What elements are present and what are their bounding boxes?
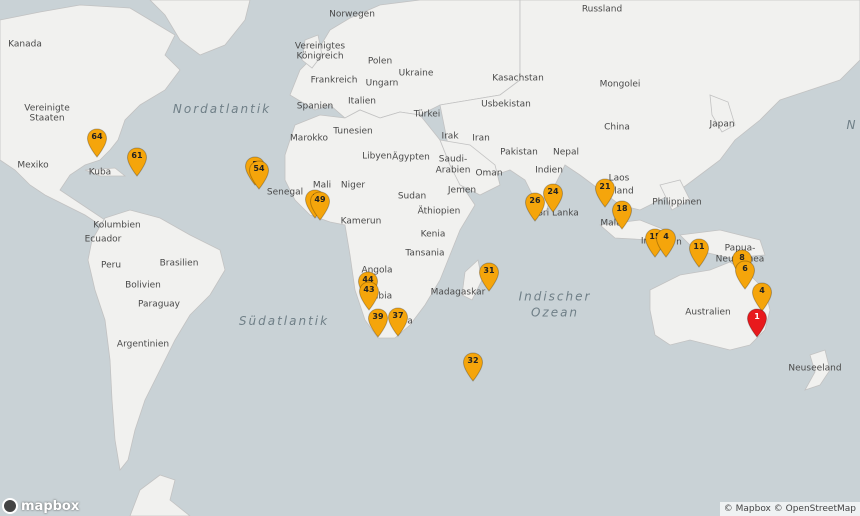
mapbox-logo[interactable]: mapbox (2, 498, 79, 514)
map-marker-label: 39 (372, 312, 384, 321)
map-marker[interactable]: 49 (309, 191, 331, 221)
country-label: Sudan (397, 191, 427, 202)
country-label: Ukraine (398, 68, 434, 79)
mapbox-logo-text: mapbox (21, 498, 80, 514)
map-marker-label: 21 (599, 182, 611, 191)
country-label: China (604, 122, 630, 133)
country-label: Italien (348, 96, 376, 107)
country-label: Brasilien (159, 258, 199, 269)
map-marker[interactable]: 11 (688, 238, 710, 268)
country-label: Neuseeland (788, 363, 842, 374)
country-label: Peru (100, 260, 122, 271)
map-canvas[interactable]: Nordatlantik Südatlantik Indischer Ozean… (0, 0, 860, 516)
country-label: Ägypten (392, 152, 430, 163)
country-label: Königreich (296, 51, 344, 62)
ocean-label-indischer-ozean: Indischer Ozean (518, 289, 592, 319)
country-label: Kanada (8, 39, 42, 50)
map-marker[interactable]: 54 (248, 160, 270, 190)
country-label: Kasachstan (492, 73, 544, 84)
map-marker[interactable]: 39 (367, 308, 389, 338)
country-label: Japan (709, 119, 735, 130)
map-marker[interactable]: 32 (462, 352, 484, 382)
country-label: Norwegen (329, 9, 375, 20)
country-label: Niger (340, 180, 366, 191)
mapbox-logo-icon (2, 498, 18, 514)
country-label: Jemen (447, 185, 477, 196)
country-label: Paraguay (137, 299, 181, 310)
country-label: Mexiko (17, 160, 49, 171)
country-label: Kolumbien (93, 220, 141, 231)
country-label: Kuba (88, 167, 112, 178)
map-marker[interactable]: 64 (86, 128, 108, 158)
country-label: Mongolei (599, 79, 641, 90)
country-label: Spanien (296, 101, 334, 112)
map-marker-label: 6 (742, 264, 748, 273)
country-label: Kenia (420, 229, 446, 240)
country-label: Staaten (29, 113, 65, 124)
ocean-label-nordatlantik: Nordatlantik (172, 102, 272, 117)
country-label: Australien (685, 307, 731, 318)
country-label: Polen (367, 56, 393, 67)
map-marker[interactable]: 18 (611, 200, 633, 230)
country-label: Libyen (362, 151, 392, 162)
attribution: © Mapbox © OpenStreetMap (719, 502, 860, 516)
map-marker-label: 1 (754, 312, 760, 321)
ocean-label-edge: N (846, 118, 858, 133)
attribution-osm-link[interactable]: © OpenStreetMap (774, 504, 856, 514)
map-marker-label: 43 (363, 285, 375, 294)
country-label: Tansania (405, 248, 445, 259)
map-marker[interactable]: 4 (655, 228, 677, 258)
country-label: Oman (475, 168, 503, 179)
map-marker[interactable]: 37 (387, 307, 409, 337)
country-label: Pakistan (500, 147, 538, 158)
map-marker[interactable]: 24 (542, 183, 564, 213)
country-label: Marokko (290, 133, 328, 144)
country-label: Senegal (266, 187, 304, 198)
country-label: land (614, 186, 634, 197)
country-label: Vereinigte (24, 103, 70, 114)
map-marker-label: 24 (547, 187, 559, 196)
country-label: Indien (535, 165, 563, 176)
map-marker-label: 61 (131, 151, 143, 160)
country-label: Vereinigtes (294, 41, 346, 52)
map-marker-label: 64 (91, 132, 103, 141)
map-marker-label: 54 (253, 164, 265, 173)
map-marker-label: 37 (392, 311, 404, 320)
country-label: Tunesien (333, 126, 373, 137)
map-marker-label: 11 (693, 242, 705, 251)
country-label: Türkei (413, 109, 441, 120)
country-label: Kamerun (340, 216, 382, 227)
map-marker-label: 31 (483, 266, 495, 275)
country-label: Philippinen (652, 197, 702, 208)
ocean-label-suedatlantik: Südatlantik (238, 314, 330, 329)
country-label: Frankreich (310, 75, 358, 86)
country-label: Russland (581, 4, 623, 15)
country-label: Arabien (435, 165, 471, 176)
map-marker-label: 32 (467, 356, 479, 365)
map-marker-label: 4 (663, 232, 669, 241)
map-marker-label: 4 (759, 286, 765, 295)
country-label: Nepal (553, 147, 579, 158)
map-marker[interactable]: 43 (358, 281, 380, 311)
country-label: Irak (441, 131, 459, 142)
attribution-mapbox-link[interactable]: © Mapbox (724, 504, 771, 514)
map-marker[interactable]: 1 (746, 308, 768, 338)
country-label: Iran (472, 133, 490, 144)
country-label: Ecuador (84, 234, 122, 245)
country-label: Saudi- (438, 154, 468, 165)
country-label: Äthiopien (417, 206, 461, 217)
country-label: Ungarn (365, 78, 399, 89)
map-marker[interactable]: 61 (126, 147, 148, 177)
country-label: Usbekistan (481, 99, 531, 110)
map-marker-label: 18 (616, 204, 628, 213)
map-marker[interactable]: 31 (478, 262, 500, 292)
country-label: Argentinien (116, 339, 170, 350)
map-marker-label: 49 (314, 195, 326, 204)
country-label: Bolivien (125, 280, 161, 291)
